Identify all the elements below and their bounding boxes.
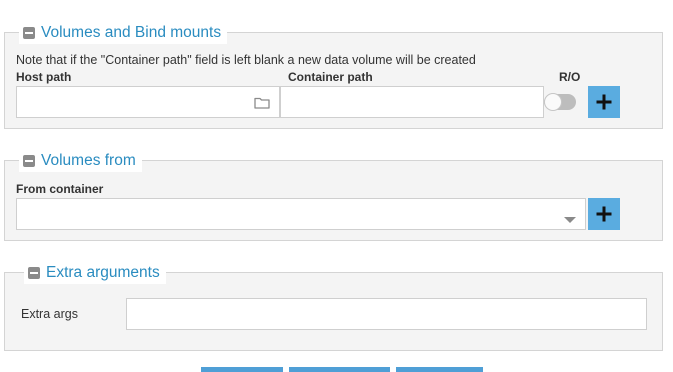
collapse-icon[interactable] [28,267,40,279]
from-container-select[interactable] [16,198,586,230]
volumes-note: Note that if the "Container path" field … [16,53,476,67]
extra-arguments-title: Extra arguments [46,264,160,281]
toggle-knob [544,93,562,111]
plus-icon [596,206,612,222]
plus-icon [596,94,612,110]
footer-button-3[interactable] [396,367,483,372]
volumes-bind-mounts-title: Volumes and Bind mounts [41,24,222,41]
container-path-input[interactable] [280,86,544,118]
read-only-toggle[interactable] [544,93,576,111]
footer-button-1[interactable] [201,367,283,372]
host-path-input[interactable] [16,86,280,118]
from-container-label: From container [16,182,104,196]
caret-down-icon [564,211,576,229]
vertical-scrollbar[interactable] [663,0,673,372]
extra-args-label: Extra args [21,307,78,321]
collapse-icon[interactable] [23,27,35,39]
folder-icon[interactable] [254,96,270,114]
ro-label: R/O [559,70,581,84]
extra-args-input[interactable] [126,298,647,330]
collapse-icon[interactable] [23,155,35,167]
volumes-bind-mounts-legend[interactable]: Volumes and Bind mounts [19,22,228,44]
container-path-label: Container path [288,70,373,84]
footer-button-2[interactable] [289,367,390,372]
volumes-from-title: Volumes from [41,152,136,169]
volumes-from-legend[interactable]: Volumes from [19,150,142,172]
add-volumes-from-button[interactable] [588,198,620,230]
host-path-label: Host path [16,70,72,84]
add-volume-button[interactable] [588,86,620,118]
extra-arguments-legend[interactable]: Extra arguments [24,262,166,284]
